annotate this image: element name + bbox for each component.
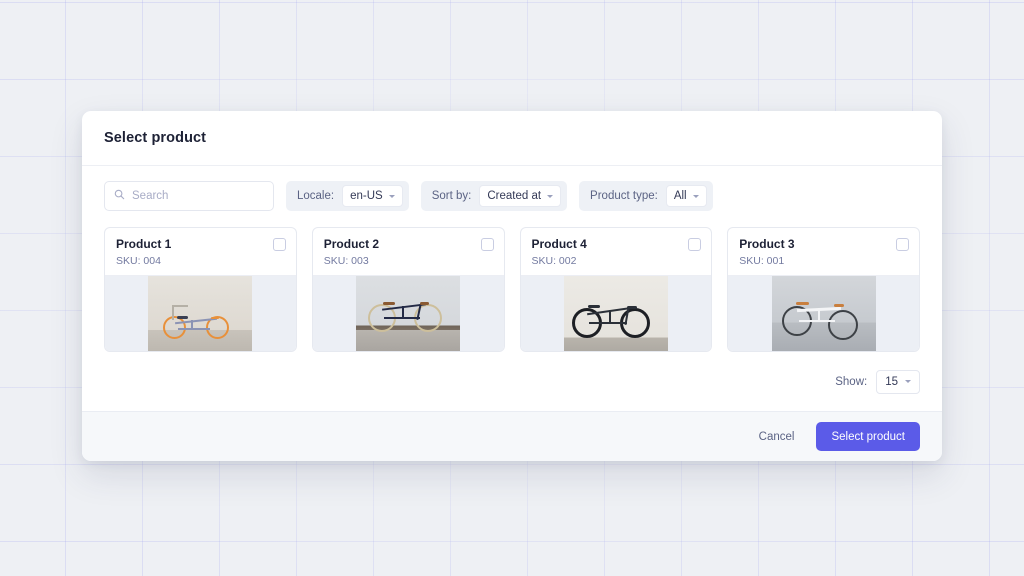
pagination-row: Show: 15 [82, 352, 942, 411]
page-title: Select product [104, 130, 207, 146]
product-card[interactable]: Product 4 SKU: 002 [519, 227, 713, 352]
search-placeholder: Search [132, 190, 169, 202]
bicycle-photo [148, 276, 253, 351]
product-checkbox[interactable] [272, 238, 286, 251]
search-input[interactable]: Search [104, 181, 274, 211]
product-card[interactable]: Product 1 SKU: 004 [104, 227, 297, 352]
filter-sort-by-label: Sort by: [431, 190, 472, 202]
product-image [728, 276, 919, 351]
select-product-button[interactable]: Select product [816, 422, 920, 451]
select-product-modal: Select product Search Locale: en-US Sort… [82, 111, 942, 461]
chevron-down-icon [905, 380, 911, 383]
filter-product-type-value: All [673, 190, 687, 202]
toolbar: Search Locale: en-US Sort by: Created at… [82, 166, 942, 211]
chevron-down-icon [692, 194, 699, 198]
product-card-header: Product 3 SKU: 001 [728, 228, 919, 276]
product-image [105, 276, 296, 351]
product-grid-wrapper: Product 1 SKU: 004 Product 2 SKU: 003 Pr… [82, 211, 942, 352]
product-card[interactable]: Product 3 SKU: 001 [727, 227, 920, 352]
product-title: Product 2 [323, 237, 380, 251]
chevron-down-icon [547, 194, 554, 198]
product-title: Product 3 [739, 237, 795, 251]
modal-header: Select product [82, 111, 942, 166]
bicycle-photo [356, 276, 461, 351]
filter-product-type-select[interactable]: All [665, 185, 707, 207]
filter-locale-select[interactable]: en-US [342, 185, 403, 207]
search-icon [114, 187, 125, 205]
filter-locale-value: en-US [350, 190, 383, 202]
bicycle-photo [771, 276, 876, 351]
filter-locale-label: Locale: [297, 190, 335, 202]
product-checkbox[interactable] [480, 238, 494, 251]
filter-product-type-label: Product type: [590, 190, 658, 202]
filter-sort-by-value: Created at [487, 190, 542, 202]
product-checkbox[interactable] [896, 238, 909, 251]
product-card-header: Product 2 SKU: 003 [312, 228, 504, 276]
modal-footer: Cancel Select product [82, 411, 942, 461]
show-label: Show: [835, 375, 868, 388]
product-card-header: Product 1 SKU: 004 [105, 228, 296, 276]
product-title: Product 4 [531, 237, 587, 251]
cancel-button[interactable]: Cancel [755, 425, 799, 449]
product-card[interactable]: Product 2 SKU: 003 [311, 227, 505, 352]
product-image [520, 276, 712, 351]
product-image [312, 276, 504, 351]
product-sku: SKU: 004 [116, 255, 161, 267]
filter-product-type: Product type: All [579, 181, 713, 211]
product-title: Product 1 [116, 237, 172, 251]
product-sku: SKU: 001 [739, 255, 785, 267]
filter-locale: Locale: en-US [286, 181, 409, 211]
show-count-select[interactable]: 15 [876, 369, 920, 394]
filter-sort-by: Sort by: Created at [420, 181, 568, 211]
product-card-header: Product 4 SKU: 002 [520, 228, 712, 276]
product-grid: Product 1 SKU: 004 Product 2 SKU: 003 Pr… [104, 227, 920, 352]
product-sku: SKU: 003 [323, 255, 369, 267]
filter-sort-by-select[interactable]: Created at [479, 185, 562, 207]
product-sku: SKU: 002 [531, 255, 577, 267]
show-count-value: 15 [885, 375, 898, 388]
chevron-down-icon [388, 194, 395, 198]
bicycle-photo [563, 276, 668, 351]
product-checkbox[interactable] [688, 238, 702, 251]
